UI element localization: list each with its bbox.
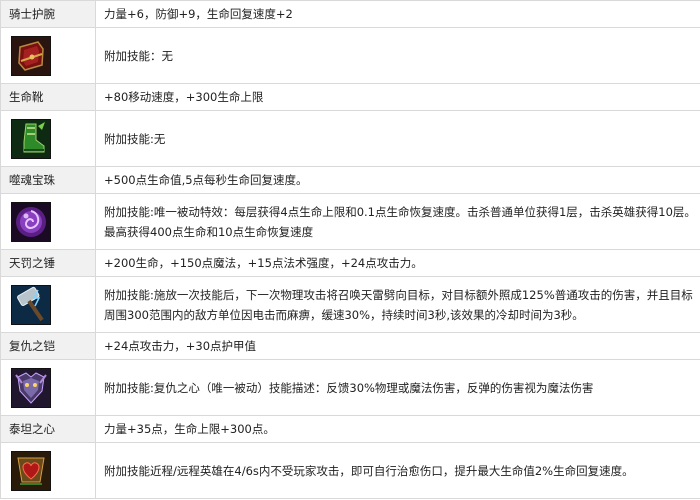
item-skill: 附加技能:无 — [95, 110, 700, 167]
item-icon-cell — [0, 27, 96, 84]
item-stats: 力量+6，防御+9，生命回复速度+2 — [95, 0, 700, 28]
soul-orb-icon — [11, 201, 51, 242]
item-name-row: 骑士护腕 力量+6，防御+9，生命回复速度+2 — [0, 0, 700, 28]
item-icon-cell — [0, 193, 96, 250]
item-stats: +80移动速度，+300生命上限 — [95, 83, 700, 111]
item-name-row: 泰坦之心 力量+35点，生命上限+300点。 — [0, 415, 700, 443]
item-icon-row: 附加技能:施放一次技能后，下一次物理攻击将召唤天雷劈向目标，对目标额外照成125… — [0, 276, 700, 333]
titan-heart-icon — [11, 450, 51, 491]
item-table: 骑士护腕 力量+6，防御+9，生命回复速度+2 附加技能：无 生命靴 +80移动… — [0, 0, 700, 499]
item-name: 噬魂宝珠 — [0, 166, 96, 194]
item-name-row: 生命靴 +80移动速度，+300生命上限 — [0, 83, 700, 111]
life-boots-icon — [11, 118, 51, 159]
item-icon-row: 附加技能近程/远程英雄在4/6s内不受玩家攻击，即可自行治愈伤口，提升最大生命值… — [0, 442, 700, 499]
item-skill: 附加技能:施放一次技能后，下一次物理攻击将召唤天雷劈向目标，对目标额外照成125… — [95, 276, 700, 333]
item-icon-row: 附加技能：无 — [0, 27, 700, 84]
item-stats: 力量+35点，生命上限+300点。 — [95, 415, 700, 443]
item-name: 天罚之锤 — [0, 249, 96, 277]
item-name: 复仇之铠 — [0, 332, 96, 360]
item-name: 骑士护腕 — [0, 0, 96, 28]
item-skill: 附加技能:复仇之心（唯一被动）技能描述：反馈30%物理或魔法伤害，反弹的伤害视为… — [95, 359, 700, 416]
item-icon-row: 附加技能:复仇之心（唯一被动）技能描述：反馈30%物理或魔法伤害，反弹的伤害视为… — [0, 359, 700, 416]
item-icon-cell — [0, 276, 96, 333]
item-skill: 附加技能:唯一被动特效：每层获得4点生命上限和0.1点生命恢复速度。击杀普通单位… — [95, 193, 700, 250]
punishment-hammer-icon — [11, 284, 51, 325]
knight-bracer-icon — [11, 35, 51, 76]
item-stats: +24点攻击力，+30点护甲值 — [95, 332, 700, 360]
item-icon-row: 附加技能:无 — [0, 110, 700, 167]
item-icon-cell — [0, 110, 96, 167]
item-name-row: 复仇之铠 +24点攻击力，+30点护甲值 — [0, 332, 700, 360]
item-icon-cell — [0, 442, 96, 499]
item-skill: 附加技能：无 — [95, 27, 700, 84]
item-icon-row: 附加技能:唯一被动特效：每层获得4点生命上限和0.1点生命恢复速度。击杀普通单位… — [0, 193, 700, 250]
item-name: 生命靴 — [0, 83, 96, 111]
item-stats: +500点生命值,5点每秒生命回复速度。 — [95, 166, 700, 194]
item-icon-cell — [0, 359, 96, 416]
item-name-row: 噬魂宝珠 +500点生命值,5点每秒生命回复速度。 — [0, 166, 700, 194]
item-name-row: 天罚之锤 +200生命，+150点魔法，+15点法术强度，+24点攻击力。 — [0, 249, 700, 277]
item-name: 泰坦之心 — [0, 415, 96, 443]
item-skill: 附加技能近程/远程英雄在4/6s内不受玩家攻击，即可自行治愈伤口，提升最大生命值… — [95, 442, 700, 499]
vengeance-armor-icon — [11, 367, 51, 408]
item-stats: +200生命，+150点魔法，+15点法术强度，+24点攻击力。 — [95, 249, 700, 277]
